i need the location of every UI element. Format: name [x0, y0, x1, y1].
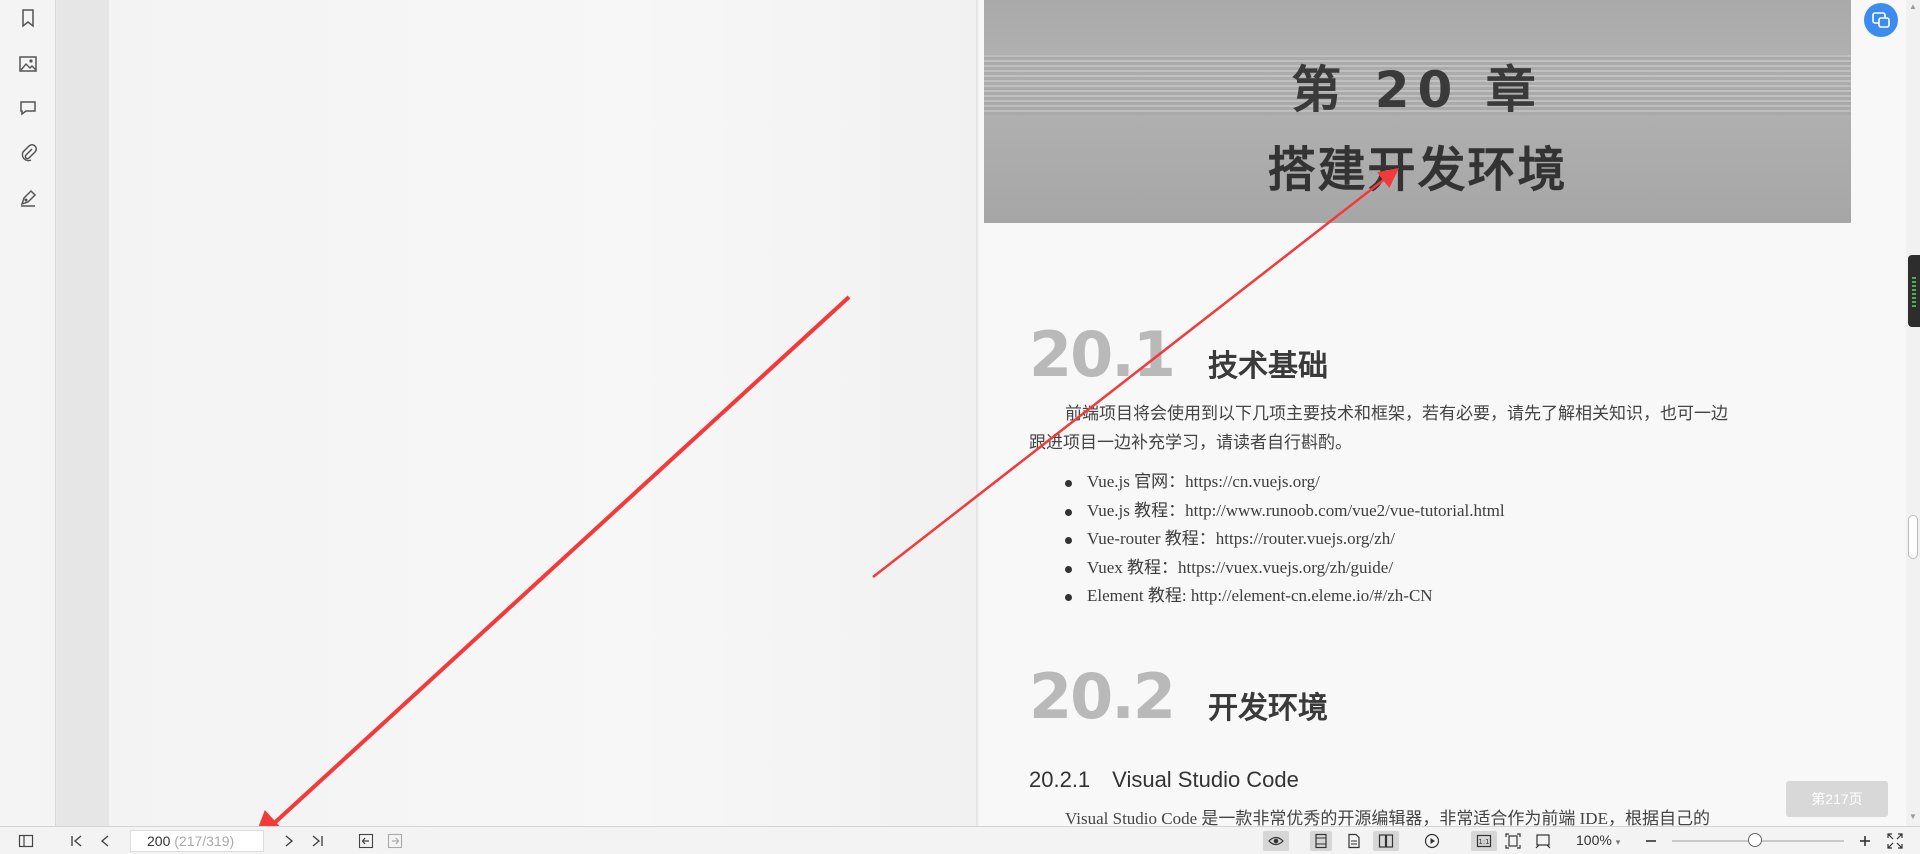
list-item: Vue.js 官网：https://cn.vuejs.org/	[1065, 468, 1505, 497]
scroll-up-icon[interactable]: ▲	[1909, 2, 1917, 11]
bottom-toolbar: 200 (217/319) 1:1 100% ▾	[0, 826, 1920, 854]
left-sidebar	[0, 0, 56, 826]
last-page-icon[interactable]	[306, 831, 328, 851]
fullscreen-icon[interactable]	[1884, 831, 1906, 851]
attachment-icon[interactable]	[14, 139, 42, 167]
next-page-icon[interactable]	[278, 831, 300, 851]
list-item: Vue-router 教程：https://router.vuejs.org/z…	[1065, 525, 1505, 554]
section-heading-1: 20.1 技术基础	[1029, 318, 1328, 391]
document-viewport[interactable]: 第 20 章 搭建开发环境 20.1 技术基础 前端项目将会使用到以下几项主要技…	[57, 0, 1920, 826]
section-number: 20.1	[1029, 318, 1176, 391]
page-total: (217/319)	[170, 833, 235, 849]
list-item: Vuex 教程：https://vuex.vuejs.org/zh/guide/	[1065, 554, 1505, 583]
vscode-paragraph: Visual Studio Code 是一款非常优秀的开源编辑器，非常适合作为前…	[1065, 809, 1710, 826]
list-item: Vue.js 教程：http://www.runoob.com/vue2/vue…	[1065, 497, 1505, 526]
scroll-down-icon[interactable]: ▼	[1909, 812, 1917, 821]
translate-icon	[1872, 12, 1890, 28]
page-left	[109, 0, 979, 826]
zoom-out-icon[interactable]	[1640, 831, 1662, 851]
para-line-2: 跟进项目一边补充学习，请读者自行斟酌。	[1029, 433, 1352, 453]
pdf-reader-window: 第 20 章 搭建开发环境 20.1 技术基础 前端项目将会使用到以下几项主要技…	[0, 0, 1920, 854]
vertical-scrollbar[interactable]: ▲ ▼	[1906, 0, 1920, 826]
page-number-input[interactable]: 200 (217/319)	[130, 830, 264, 852]
previous-page-icon[interactable]	[94, 831, 116, 851]
list-item: Element 教程: http://element-cn.eleme.io/#…	[1065, 582, 1505, 611]
zoom-level-dropdown[interactable]: 100% ▾	[1576, 832, 1620, 848]
chapter-banner: 第 20 章 搭建开发环境	[984, 0, 1851, 223]
page-right: 第 20 章 搭建开发环境 20.1 技术基础 前端项目将会使用到以下几项主要技…	[979, 0, 1909, 826]
section-title: 技术基础	[1207, 349, 1328, 384]
eye-protection-icon[interactable]	[1263, 831, 1289, 851]
fit-page-icon[interactable]	[1502, 831, 1524, 851]
forward-view-icon[interactable]	[384, 831, 406, 851]
section-heading-2: 20.2 开发环境	[1029, 660, 1328, 733]
signature-icon[interactable]	[14, 184, 42, 212]
section-number: 20.2	[1029, 660, 1176, 733]
side-panel-handle[interactable]	[1908, 255, 1920, 327]
resource-list: Vue.js 官网：https://cn.vuejs.org/ Vue.js 教…	[1065, 468, 1505, 611]
comment-icon[interactable]	[14, 94, 42, 122]
sidebar-toggle-icon[interactable]	[15, 831, 37, 851]
bookmark-icon[interactable]	[14, 4, 42, 32]
page-indicator-tip: 第217页	[1786, 781, 1888, 817]
double-page-icon[interactable]	[1373, 831, 1399, 851]
translate-float-button[interactable]	[1864, 3, 1898, 37]
chapter-title: 搭建开发环境	[1267, 142, 1568, 198]
svg-text:1:1: 1:1	[1478, 838, 1489, 846]
first-page-icon[interactable]	[66, 831, 88, 851]
continuous-page-icon[interactable]	[1343, 831, 1365, 851]
image-icon[interactable]	[14, 50, 42, 78]
actual-size-icon[interactable]: 1:1	[1471, 831, 1497, 851]
chevron-down-icon: ▾	[1615, 837, 1621, 847]
single-page-icon[interactable]	[1310, 831, 1332, 851]
fit-width-icon[interactable]	[1532, 831, 1554, 851]
chapter-number: 第 20 章	[1291, 61, 1544, 119]
play-slideshow-icon[interactable]	[1421, 831, 1443, 851]
zoom-in-icon[interactable]	[1854, 831, 1876, 851]
scroll-thumb[interactable]	[1908, 515, 1918, 559]
intro-paragraph: 前端项目将会使用到以下几项主要技术和框架，若有必要，请先了解相关知识，也可一边 …	[1029, 400, 1819, 458]
subsection-heading: 20.2.1 Visual Studio Code	[1029, 767, 1299, 793]
current-page: 200	[147, 833, 171, 849]
section-title: 开发环境	[1207, 691, 1328, 726]
zoom-value: 100%	[1576, 832, 1612, 848]
subsection-number: 20.2.1	[1029, 767, 1091, 792]
para-line-1: 前端项目将会使用到以下几项主要技术和框架，若有必要，请先了解相关知识，也可一边	[1065, 404, 1728, 424]
subsection-title: Visual Studio Code	[1112, 767, 1299, 792]
zoom-slider-thumb[interactable]	[1748, 833, 1762, 847]
back-view-icon[interactable]	[355, 831, 377, 851]
